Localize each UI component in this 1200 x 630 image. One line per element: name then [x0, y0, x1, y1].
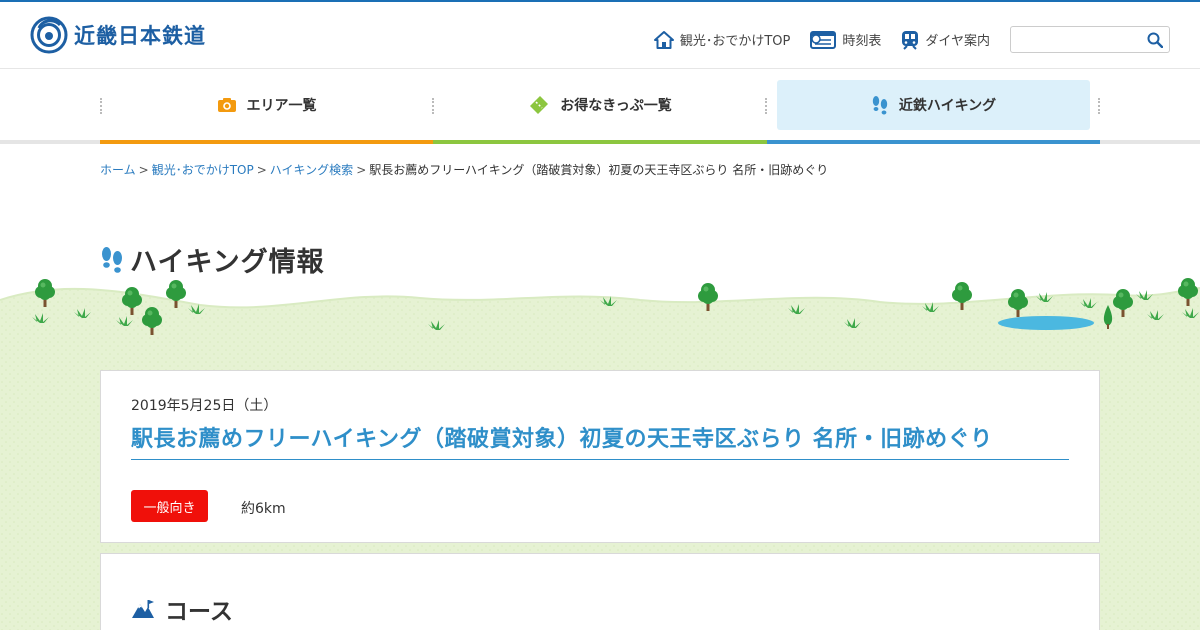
breadcrumb: ホーム > 観光･おでかけTOP > ハイキング検索 > 駅長お薦めフリーハイキング（踏破賞…	[100, 161, 828, 178]
mountain-icon	[132, 600, 154, 618]
nav-divider	[765, 98, 767, 114]
breadcrumb-link-hiking-search[interactable]: ハイキング検索	[270, 163, 353, 177]
page-title: ハイキング情報	[130, 247, 325, 278]
ticket-icon	[530, 96, 549, 114]
nav-tab-area-list[interactable]: エリア一覧	[100, 80, 433, 130]
nav-tab-underline	[100, 140, 433, 144]
site-header: 近畿日本鉄道 観光･おでかけTOP 時刻表 ダイヤ案内	[0, 2, 1200, 69]
breadcrumb-separator: >	[138, 163, 149, 177]
search-input[interactable]	[1011, 27, 1141, 52]
footprints-icon	[872, 96, 888, 115]
brand-name: 近畿日本鉄道	[74, 24, 206, 48]
breadcrumb-link-sightseeing-top[interactable]: 観光･おでかけTOP	[152, 163, 254, 177]
camera-icon	[217, 98, 236, 112]
train-icon	[902, 30, 919, 50]
breadcrumb-separator: >	[356, 163, 367, 177]
nav-tab-label: エリア一覧	[246, 98, 317, 114]
house-icon	[653, 30, 674, 49]
kintetsu-logo-icon	[30, 16, 68, 54]
util-link-timetable[interactable]: 時刻表	[810, 27, 881, 53]
site-search	[1010, 26, 1170, 53]
nav-tab-kintetsu-hiking[interactable]: 近鉄ハイキング	[777, 80, 1090, 130]
event-card: 2019年5月25日（土） 駅長お薦めフリーハイキング（踏破賞対象）初夏の天王寺…	[100, 370, 1100, 543]
nav-divider	[1098, 98, 1100, 114]
util-link-diagram[interactable]: ダイヤ案内	[901, 27, 990, 53]
util-link-label: 時刻表	[842, 34, 882, 49]
course-title: コース	[165, 599, 233, 625]
nav-tab-label: お得なきっぷ一覧	[560, 98, 672, 114]
event-date: 2019年5月25日（土）	[131, 398, 278, 414]
global-nav: エリア一覧 お得なきっぷ一覧 近鉄ハイキング	[100, 70, 1100, 144]
breadcrumb-separator: >	[256, 163, 267, 177]
utility-nav: 観光･おでかけTOP 時刻表 ダイヤ案内	[634, 26, 1170, 53]
nav-tab-label: 近鉄ハイキング	[898, 98, 997, 114]
timetable-icon	[810, 30, 837, 49]
course-heading: コース	[131, 592, 233, 626]
event-distance: 約6km	[241, 501, 286, 517]
breadcrumb-current: 駅長お薦めフリーハイキング（踏破賞対象）初夏の天王寺区ぶらり 名所・旧跡めぐり	[369, 163, 829, 177]
util-link-label: 観光･おでかけTOP	[679, 34, 791, 49]
page-heading: ハイキング情報	[100, 240, 325, 279]
nav-tab-ticket-list[interactable]: お得なきっぷ一覧	[433, 80, 767, 130]
course-card: コース	[100, 553, 1100, 630]
footprints-icon	[102, 246, 122, 273]
search-icon[interactable]	[1147, 32, 1163, 48]
difficulty-badge: 一般向き	[131, 490, 208, 522]
nav-tab-underline	[767, 140, 1100, 144]
breadcrumb-link-home[interactable]: ホーム	[100, 163, 136, 177]
util-link-sightseeing-top[interactable]: 観光･おでかけTOP	[653, 27, 791, 53]
site-logo[interactable]: 近畿日本鉄道	[30, 16, 206, 54]
util-link-label: ダイヤ案内	[925, 34, 990, 49]
event-title: 駅長お薦めフリーハイキング（踏破賞対象）初夏の天王寺区ぶらり 名所・旧跡めぐり	[131, 421, 1069, 460]
nav-tab-underline	[433, 140, 767, 144]
